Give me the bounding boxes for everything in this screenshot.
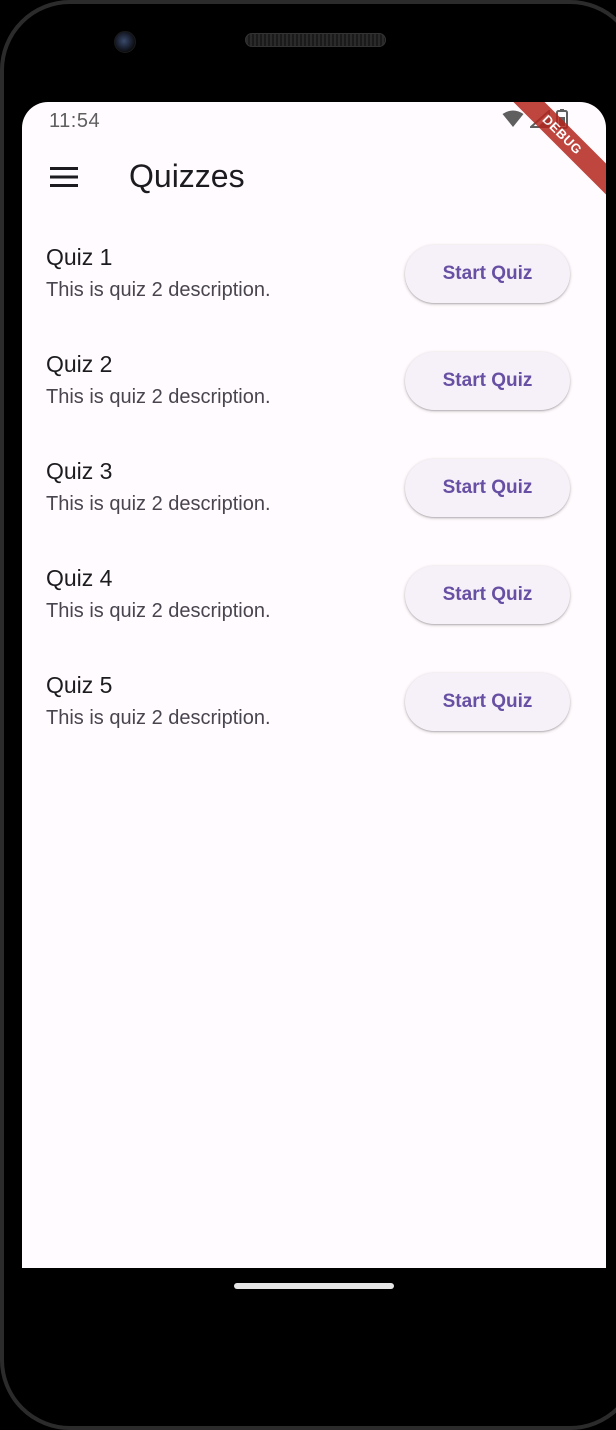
menu-button[interactable] bbox=[40, 158, 88, 200]
page-title: Quizzes bbox=[129, 158, 245, 194]
quiz-list-item: Quiz 1 This is quiz 2 description. Start… bbox=[22, 236, 606, 343]
quiz-list-item: Quiz 4 This is quiz 2 description. Start… bbox=[22, 557, 606, 664]
start-quiz-button[interactable]: Start Quiz bbox=[405, 673, 570, 731]
quiz-list: Quiz 1 This is quiz 2 description. Start… bbox=[22, 236, 606, 771]
quiz-description: This is quiz 2 description. bbox=[46, 493, 271, 515]
quiz-title: Quiz 3 bbox=[46, 458, 113, 484]
quiz-title: Quiz 4 bbox=[46, 565, 113, 591]
front-camera bbox=[114, 31, 136, 53]
quiz-list-item: Quiz 3 This is quiz 2 description. Start… bbox=[22, 450, 606, 557]
wifi-icon bbox=[502, 110, 524, 133]
quiz-description: This is quiz 2 description. bbox=[46, 386, 271, 408]
quiz-description: This is quiz 2 description. bbox=[46, 707, 271, 729]
start-quiz-button[interactable]: Start Quiz bbox=[405, 459, 570, 517]
app-bar: Quizzes bbox=[22, 140, 606, 220]
quiz-description: This is quiz 2 description. bbox=[46, 279, 271, 301]
start-quiz-button[interactable]: Start Quiz bbox=[405, 566, 570, 624]
quiz-title: Quiz 5 bbox=[46, 672, 113, 698]
app-screen: 11:54 DEBUG Quizzes Quiz 1 This is quiz … bbox=[22, 102, 606, 1268]
quiz-list-item: Quiz 2 This is quiz 2 description. Start… bbox=[22, 343, 606, 450]
status-bar: 11:54 DEBUG bbox=[22, 102, 606, 200]
home-indicator[interactable] bbox=[234, 1283, 394, 1289]
earpiece-speaker bbox=[245, 33, 386, 47]
start-quiz-button[interactable]: Start Quiz bbox=[405, 352, 570, 410]
menu-icon bbox=[50, 166, 78, 192]
phone-device: 11:54 DEBUG Quizzes Quiz 1 This is quiz … bbox=[0, 0, 616, 1430]
quiz-description: This is quiz 2 description. bbox=[46, 600, 271, 622]
quiz-list-item: Quiz 5 This is quiz 2 description. Start… bbox=[22, 664, 606, 771]
status-time: 11:54 bbox=[49, 110, 101, 132]
quiz-title: Quiz 1 bbox=[46, 244, 113, 270]
quiz-title: Quiz 2 bbox=[46, 351, 113, 377]
start-quiz-button[interactable]: Start Quiz bbox=[405, 245, 570, 303]
